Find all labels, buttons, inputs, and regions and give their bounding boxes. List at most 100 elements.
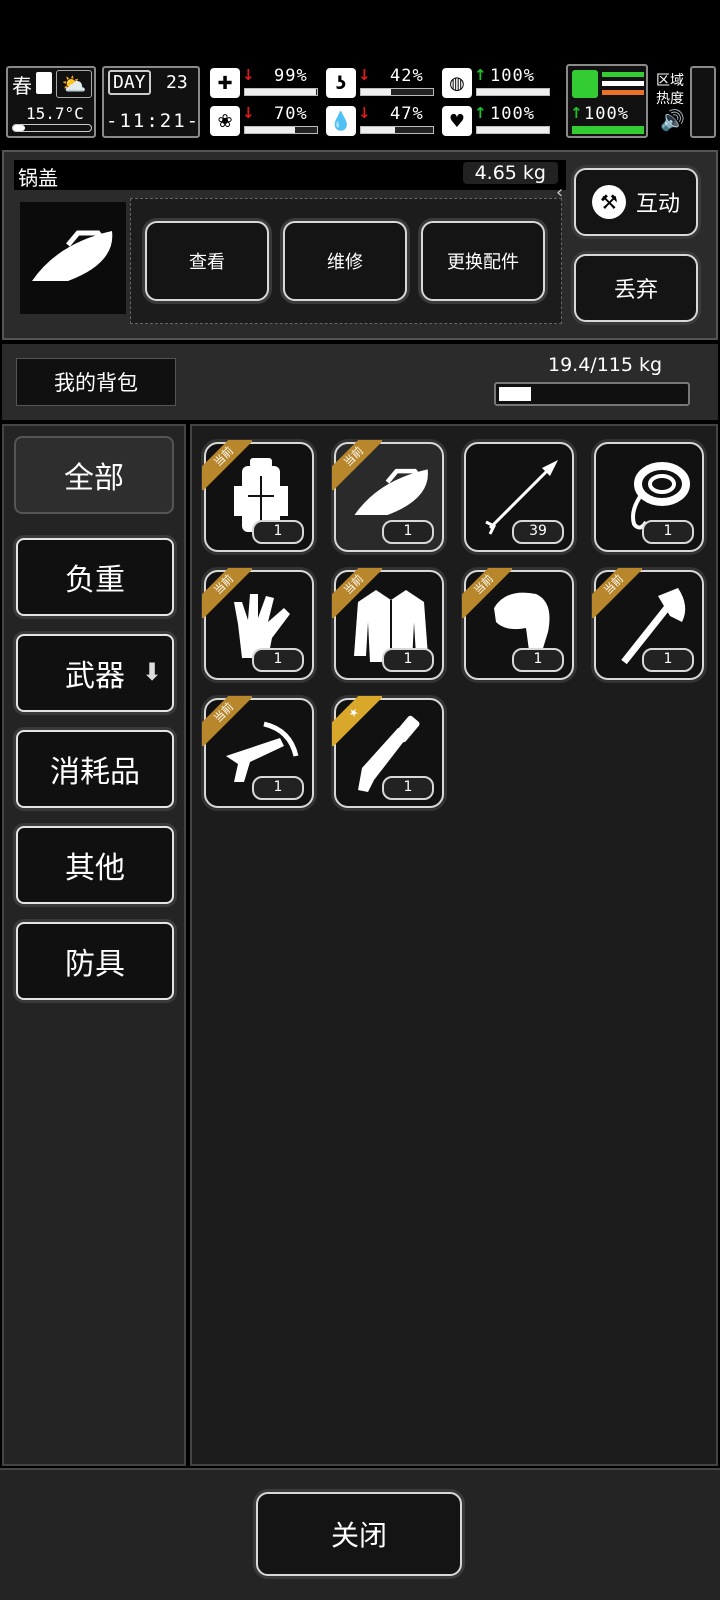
stat-mood: ♥ ↑ 100% bbox=[440, 104, 556, 138]
item-count: 1 bbox=[382, 776, 434, 800]
repair-button[interactable]: 维修 bbox=[283, 221, 407, 301]
item-slot-pot-lid[interactable]: 当前 1 bbox=[332, 440, 444, 552]
tab-consumables-label: 消耗品 bbox=[50, 755, 140, 790]
backpack-capacity: 19.4/115 kg bbox=[548, 354, 663, 376]
tab-all-label: 全部 bbox=[64, 461, 124, 496]
footer-bar: 关闭 bbox=[0, 1468, 720, 1600]
energy-level-bars bbox=[602, 72, 644, 98]
status-hud: 春 ⛅ 15.7°C DAY 23 -11:21- ✚ ↓ 99% ʖ ↓ 42… bbox=[0, 62, 720, 142]
item-count: 1 bbox=[252, 776, 304, 800]
stat-hunger: ʖ ↓ 42% bbox=[324, 66, 440, 100]
trend-down-icon: ↓ bbox=[242, 66, 255, 84]
item-slot-glove[interactable]: 当前 1 bbox=[202, 568, 314, 680]
item-slot-rope[interactable]: 1 bbox=[594, 442, 704, 552]
hunger-bar bbox=[360, 88, 434, 96]
temperature-value: 15.7°C bbox=[26, 104, 84, 123]
boot-icon bbox=[572, 70, 598, 98]
interact-button[interactable]: ⚒ 互动 bbox=[574, 168, 698, 236]
stamina-value: 100% bbox=[490, 66, 535, 86]
item-count: 1 bbox=[382, 648, 434, 672]
trend-up-icon: ↑ bbox=[474, 104, 487, 122]
item-count: 1 bbox=[512, 648, 564, 672]
item-count: 1 bbox=[382, 520, 434, 544]
day-number: 23 bbox=[166, 72, 188, 93]
item-slot-arrow[interactable]: 39 bbox=[464, 442, 574, 552]
change-parts-button[interactable]: 更换配件 bbox=[421, 221, 545, 301]
arrow-down-icon: ⬇ bbox=[141, 658, 162, 686]
tab-all[interactable]: 全部 bbox=[14, 436, 174, 514]
trend-up-icon: ↑ bbox=[570, 104, 583, 122]
water-drop-icon: 💧 bbox=[326, 106, 356, 136]
trend-down-icon: ↓ bbox=[242, 104, 255, 122]
medkit-icon: ✚ bbox=[210, 68, 240, 98]
pot-lid-icon bbox=[32, 230, 113, 281]
view-button[interactable]: 查看 bbox=[145, 221, 269, 301]
item-preview bbox=[20, 202, 126, 314]
tab-armor[interactable]: 防具 bbox=[16, 922, 174, 1000]
hunger-value: 42% bbox=[390, 66, 424, 86]
discard-button[interactable]: 丢弃 bbox=[574, 254, 698, 322]
brain-icon: ❀ bbox=[210, 106, 240, 136]
tab-consumables[interactable]: 消耗品 bbox=[16, 730, 174, 808]
capacity-fill bbox=[499, 387, 531, 401]
item-slot-jacket[interactable]: 当前 1 bbox=[332, 568, 444, 680]
stats-grid: ✚ ↓ 99% ʖ ↓ 42% ◍ ↑ 100% ❀ ↓ 70% 💧 ↓ 47% bbox=[208, 66, 558, 138]
stat-sanity: ❀ ↓ 70% bbox=[208, 104, 324, 138]
weather-icon: ⛅ bbox=[56, 70, 92, 98]
tab-carry[interactable]: 负重 bbox=[16, 538, 174, 616]
clock-time: -11:21- bbox=[106, 110, 201, 132]
day-label: DAY bbox=[108, 70, 151, 95]
item-weight: 4.65 kg bbox=[462, 162, 558, 184]
close-button[interactable]: 关闭 bbox=[256, 1492, 462, 1576]
item-grid: 当前 1 当前 1 39 1 当前 1 当前 1 当前 1 当前 1 当前 1 … bbox=[190, 424, 718, 1466]
action-area: 查看 维修 更换配件 bbox=[130, 198, 562, 324]
trend-down-icon: ↓ bbox=[358, 66, 371, 84]
item-count: 39 bbox=[512, 520, 564, 544]
thirst-value: 47% bbox=[390, 104, 424, 124]
tab-other[interactable]: 其他 bbox=[16, 826, 174, 904]
energy-value: 100% bbox=[584, 104, 629, 124]
item-count: 1 bbox=[252, 648, 304, 672]
tab-carry-label: 负重 bbox=[65, 563, 125, 598]
selected-item-panel: 锅盖 4.65 kg 查看 维修 更换配件 ‹ ⚒ 互动 丢弃 bbox=[2, 150, 718, 340]
stat-health: ✚ ↓ 99% bbox=[208, 66, 324, 100]
item-count: 1 bbox=[642, 520, 694, 544]
trend-down-icon: ↓ bbox=[358, 104, 371, 122]
stat-stamina: ◍ ↑ 100% bbox=[440, 66, 556, 100]
day-box: DAY 23 -11:21- bbox=[102, 66, 200, 138]
item-name: 锅盖 bbox=[18, 166, 58, 190]
hammer-icon: ⚒ bbox=[591, 185, 626, 219]
item-slot-crossbow[interactable]: 当前 1 bbox=[202, 696, 314, 808]
backpack-header: 我的背包 19.4/115 kg bbox=[2, 344, 718, 420]
stat-thirst: 💧 ↓ 47% bbox=[324, 104, 440, 138]
lungs-icon: ◍ bbox=[442, 68, 472, 98]
tab-weapons[interactable]: 武器 ⬇ bbox=[16, 634, 174, 712]
leaf-icon bbox=[36, 72, 52, 94]
speaker-icon[interactable]: 🔊 bbox=[660, 108, 685, 132]
item-name-bar: 锅盖 4.65 kg bbox=[14, 160, 566, 190]
zone-heat-label: 区域热度 bbox=[656, 73, 684, 107]
thirst-bar bbox=[360, 126, 434, 134]
interact-label: 互动 bbox=[635, 192, 680, 217]
mood-bar bbox=[476, 126, 550, 134]
tab-other-label: 其他 bbox=[65, 851, 125, 886]
stamina-bar bbox=[476, 88, 550, 96]
category-sidebar: 全部 负重 武器 ⬇ 消耗品 其他 防具 bbox=[2, 424, 186, 1466]
mood-value: 100% bbox=[490, 104, 535, 124]
season-label: 春 bbox=[12, 74, 32, 98]
item-slot-machete[interactable]: ★ 1 bbox=[332, 696, 444, 808]
item-slot-axe[interactable]: 当前 1 bbox=[592, 568, 704, 680]
item-count: 1 bbox=[252, 520, 304, 544]
tab-armor-label: 防具 bbox=[65, 947, 125, 982]
sanity-bar bbox=[244, 126, 318, 134]
zone-heat-meter bbox=[690, 66, 716, 138]
energy-box: ↑ 100% bbox=[566, 64, 648, 138]
health-bar bbox=[244, 88, 318, 96]
item-slot-backpack[interactable]: 当前 1 bbox=[202, 440, 314, 552]
item-slot-hood[interactable]: 当前 1 bbox=[462, 568, 574, 680]
item-count: 1 bbox=[642, 648, 694, 672]
tab-weapons-label: 武器 bbox=[65, 659, 125, 694]
collapse-arrow-icon[interactable]: ‹ bbox=[556, 182, 563, 203]
capacity-bar bbox=[494, 382, 690, 406]
energy-bar bbox=[572, 126, 644, 134]
